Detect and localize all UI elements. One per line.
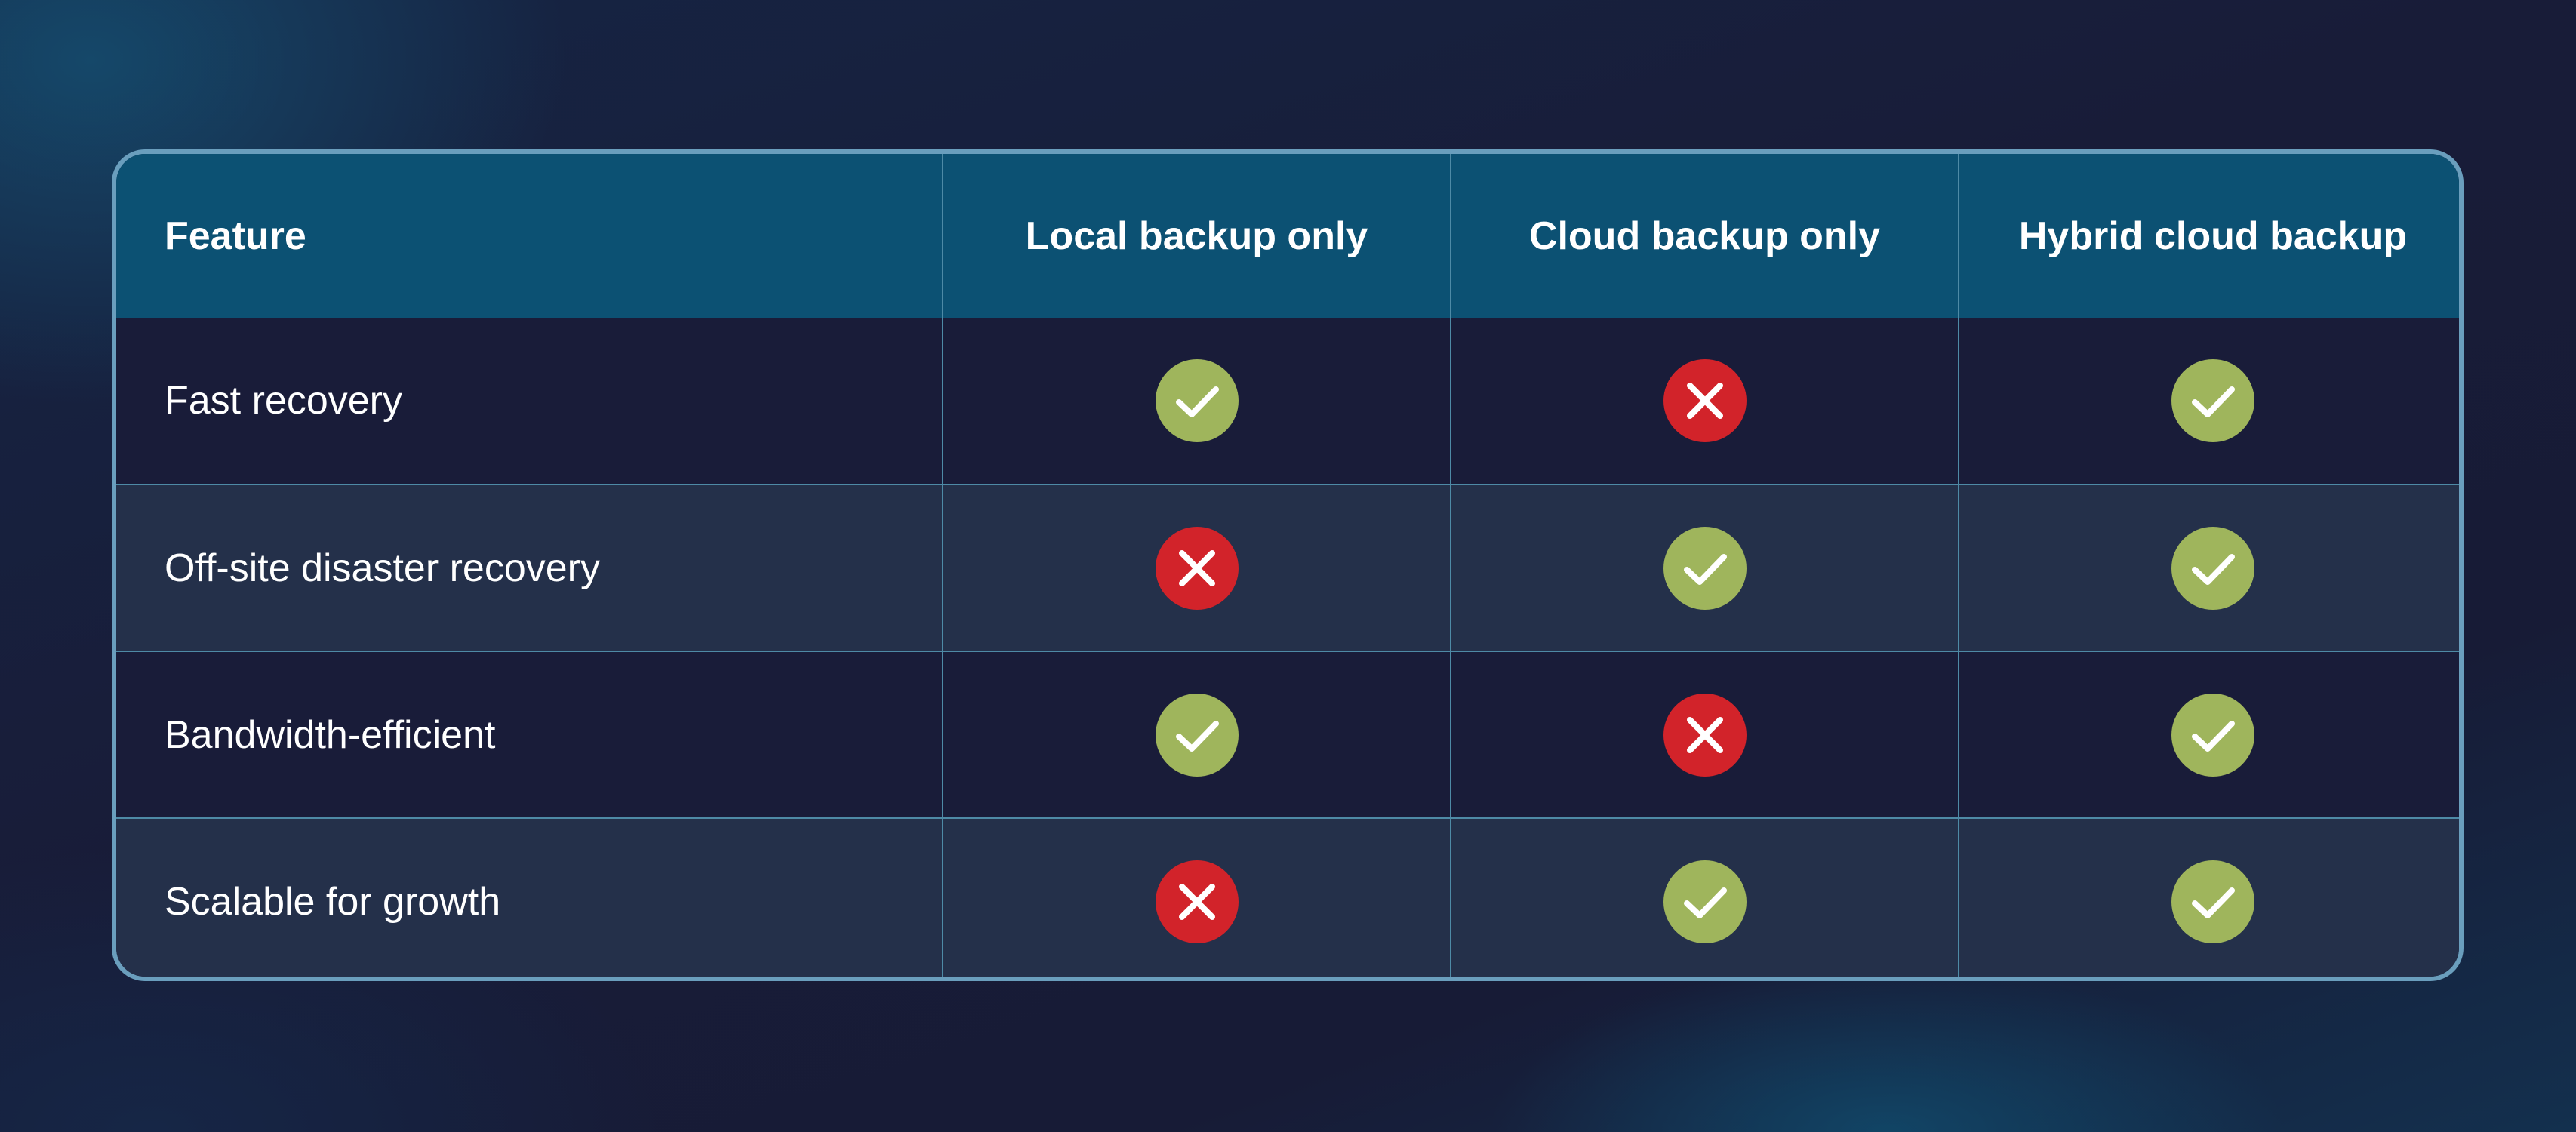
comparison-table: Feature Local backup only Cloud backup o… — [116, 154, 2459, 977]
column-header-local-backup: Local backup only — [942, 154, 1451, 318]
column-header-hybrid-backup: Hybrid cloud backup — [1958, 154, 2459, 318]
status-cell — [1958, 651, 2459, 819]
check-icon — [2171, 526, 2254, 610]
check-icon — [1663, 860, 1747, 943]
header-row: Feature Local backup only Cloud backup o… — [116, 154, 2459, 318]
cross-icon — [1663, 693, 1747, 777]
check-icon — [1663, 526, 1747, 610]
status-cell — [1450, 817, 1959, 977]
check-icon — [1155, 693, 1239, 777]
comparison-card: Feature Local backup only Cloud backup o… — [112, 149, 2464, 981]
feature-label: Off-site disaster recovery — [116, 484, 943, 652]
feature-label: Bandwidth-efficient — [116, 651, 943, 819]
check-icon — [2171, 359, 2254, 442]
status-cell — [1958, 318, 2459, 485]
check-icon — [2171, 693, 2254, 777]
table-row: Off-site disaster recovery — [116, 484, 2459, 652]
cross-icon — [1155, 860, 1239, 943]
feature-label: Fast recovery — [116, 318, 943, 485]
status-cell — [1958, 484, 2459, 652]
table-row: Scalable for growth — [116, 817, 2459, 977]
check-icon — [1155, 359, 1239, 442]
column-header-cloud-backup: Cloud backup only — [1450, 154, 1959, 318]
status-cell — [1450, 484, 1959, 652]
status-cell — [1450, 651, 1959, 819]
cross-icon — [1155, 526, 1239, 610]
check-icon — [2171, 860, 2254, 943]
table-row: Fast recovery — [116, 318, 2459, 485]
table-row: Bandwidth-efficient — [116, 651, 2459, 819]
status-cell — [942, 651, 1451, 819]
status-cell — [942, 817, 1451, 977]
column-header-feature: Feature — [116, 154, 943, 318]
status-cell — [1450, 318, 1959, 485]
status-cell — [1958, 817, 2459, 977]
status-cell — [942, 484, 1451, 652]
cross-icon — [1663, 359, 1747, 442]
status-cell — [942, 318, 1451, 485]
feature-label: Scalable for growth — [116, 817, 943, 977]
